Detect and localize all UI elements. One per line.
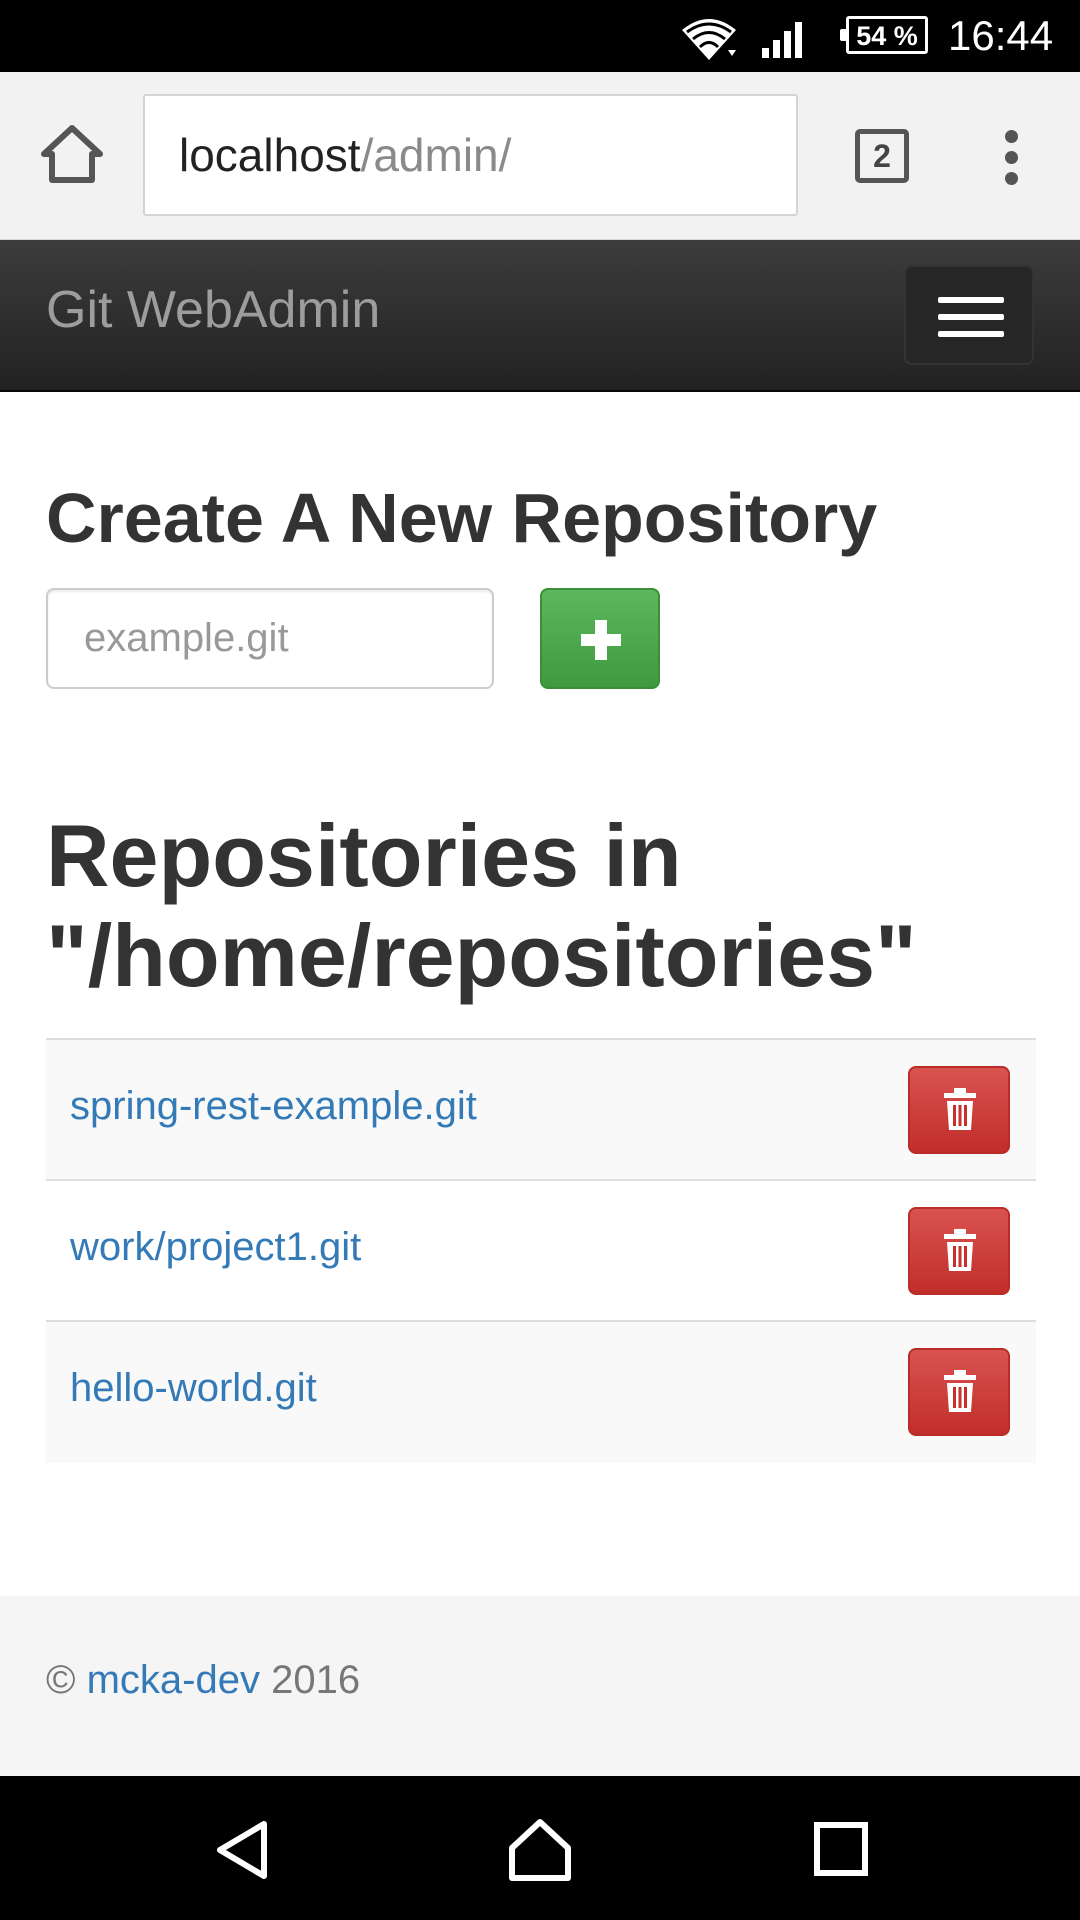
repositories-path: "/home/repositories"	[46, 906, 917, 1005]
copyright-symbol: ©	[46, 1658, 76, 1702]
repositories-title: Repositories in "/home/repositories"	[46, 806, 1046, 1006]
home-icon[interactable]	[508, 1818, 572, 1882]
recents-icon[interactable]	[814, 1822, 868, 1876]
delete-repository-button[interactable]	[908, 1066, 1010, 1154]
battery-icon: 54 %	[840, 16, 928, 54]
url-path: /admin/	[360, 129, 512, 181]
wifi-icon	[682, 19, 736, 60]
repository-name-input[interactable]	[46, 588, 494, 689]
status-bar: 54 % 16:44	[0, 0, 1080, 72]
trash-icon	[944, 1370, 976, 1412]
url-host: localhost	[179, 129, 361, 181]
plus-icon	[581, 620, 621, 660]
browser-toolbar: localhost/admin/ 2	[0, 72, 1080, 240]
more-vert-icon[interactable]	[1000, 130, 1022, 190]
author-link[interactable]: mcka-dev	[87, 1658, 260, 1702]
navbar: Git WebAdmin	[0, 240, 1080, 392]
repository-link[interactable]: hello-world.git	[70, 1366, 317, 1411]
back-icon[interactable]	[212, 1820, 272, 1880]
address-bar[interactable]: localhost/admin/	[143, 94, 798, 216]
home-icon[interactable]	[40, 124, 104, 184]
repositories-title-line1: Repositories in	[46, 806, 682, 905]
navbar-toggle-button[interactable]	[904, 265, 1034, 365]
trash-icon	[944, 1088, 976, 1130]
table-row: spring-rest-example.git	[46, 1040, 1036, 1181]
repository-link[interactable]: work/project1.git	[70, 1225, 361, 1270]
navbar-brand[interactable]: Git WebAdmin	[46, 280, 380, 340]
system-navigation-bar	[0, 1776, 1080, 1920]
add-repository-button[interactable]	[540, 588, 660, 689]
signal-icon	[762, 22, 802, 58]
hamburger-menu-icon	[938, 297, 1004, 303]
footer: © mcka-dev 2016	[0, 1596, 1080, 1776]
clock: 16:44	[948, 12, 1054, 59]
copyright-year: 2016	[271, 1658, 361, 1702]
delete-repository-button[interactable]	[908, 1207, 1010, 1295]
battery-level: 54 %	[856, 21, 918, 51]
table-row: hello-world.git	[46, 1322, 1036, 1463]
repositories-table: spring-rest-example.git work/project1.gi…	[46, 1038, 1036, 1463]
delete-repository-button[interactable]	[908, 1348, 1010, 1436]
tab-switcher-button[interactable]: 2	[855, 129, 909, 183]
create-repository-title: Create A New Repository	[46, 479, 878, 557]
repository-link[interactable]: spring-rest-example.git	[70, 1084, 477, 1129]
table-row: work/project1.git	[46, 1181, 1036, 1322]
footer-copyright: © mcka-dev 2016	[46, 1658, 360, 1703]
trash-icon	[944, 1229, 976, 1271]
